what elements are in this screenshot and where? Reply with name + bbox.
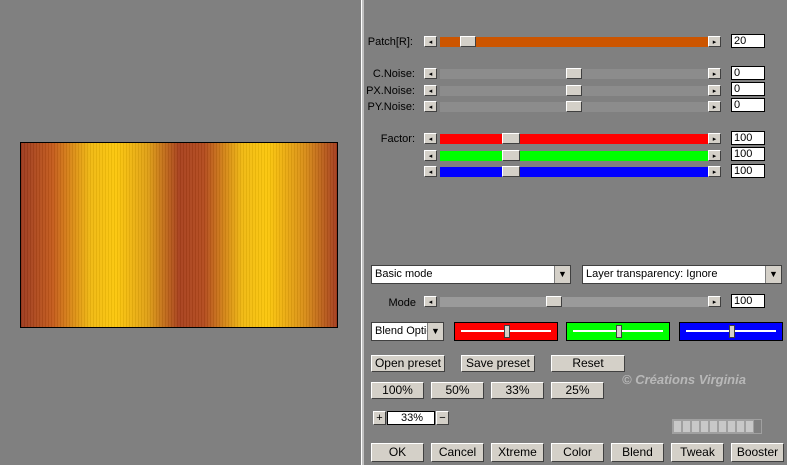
- pynoise-right-arrow-icon[interactable]: ▸: [708, 101, 721, 112]
- patch-right-arrow-icon[interactable]: ▸: [708, 36, 721, 47]
- cancel-button[interactable]: Cancel: [431, 443, 484, 462]
- mode-select-value: Basic mode: [375, 268, 433, 280]
- zoom-out-button[interactable]: −: [436, 411, 449, 425]
- zoom-25-button[interactable]: 25%: [551, 382, 604, 399]
- factor-red-slider-track[interactable]: [440, 134, 708, 144]
- red-slider-thumb[interactable]: [504, 325, 510, 338]
- xtreme-button[interactable]: Xtreme: [491, 443, 544, 462]
- zoom-in-button[interactable]: +: [373, 411, 386, 425]
- mode-select[interactable]: Basic mode ▼: [371, 265, 571, 284]
- blue-color-slider[interactable]: [679, 322, 783, 341]
- pynoise-label: PY.Noise:: [367, 101, 416, 113]
- factor-blue-left-arrow-icon[interactable]: ◂: [424, 166, 437, 177]
- factor-blue-slider-track[interactable]: [440, 167, 708, 177]
- patch-slider-track[interactable]: [440, 37, 708, 47]
- tweak-button[interactable]: Tweak: [671, 443, 724, 462]
- chevron-down-icon[interactable]: ▼: [554, 266, 570, 283]
- zoom-value-field[interactable]: 33%: [387, 411, 435, 425]
- color-button[interactable]: Color: [551, 443, 604, 462]
- cnoise-value-field[interactable]: 0: [731, 66, 765, 80]
- factor-green-value-field[interactable]: 100: [731, 147, 765, 161]
- chevron-down-icon[interactable]: ▼: [765, 266, 781, 283]
- cnoise-slider-thumb[interactable]: [566, 68, 582, 79]
- mode-value-field[interactable]: 100: [731, 294, 765, 308]
- pxnoise-value-field[interactable]: 0: [731, 82, 765, 96]
- zoom-100-button[interactable]: 100%: [371, 382, 424, 399]
- cnoise-left-arrow-icon[interactable]: ◂: [424, 68, 437, 79]
- pxnoise-right-arrow-icon[interactable]: ▸: [708, 85, 721, 96]
- zoom-50-button[interactable]: 50%: [431, 382, 484, 399]
- factor-blue-value-field[interactable]: 100: [731, 164, 765, 178]
- patch-value-field[interactable]: 20: [731, 34, 765, 48]
- factor-red-slider-thumb[interactable]: [502, 133, 520, 144]
- blend-button[interactable]: Blend: [611, 443, 664, 462]
- green-slider-thumb[interactable]: [616, 325, 622, 338]
- transparency-select[interactable]: Layer transparency: Ignore ▼: [582, 265, 782, 284]
- factor-label: Factor:: [380, 133, 415, 145]
- reset-button[interactable]: Reset: [551, 355, 625, 372]
- factor-blue-slider-thumb[interactable]: [502, 166, 520, 177]
- open-preset-button[interactable]: Open preset: [371, 355, 445, 372]
- green-color-slider[interactable]: [566, 322, 670, 341]
- pxnoise-slider-thumb[interactable]: [566, 85, 582, 96]
- blend-options-value: Blend Optio: [375, 325, 433, 337]
- factor-red-left-arrow-icon[interactable]: ◂: [424, 133, 437, 144]
- watermark-text: © Créations Virginia: [622, 372, 746, 387]
- red-color-slider[interactable]: [454, 322, 558, 341]
- mode-left-arrow-icon[interactable]: ◂: [424, 296, 437, 307]
- patch-label: Patch[R]:: [367, 36, 413, 48]
- factor-green-left-arrow-icon[interactable]: ◂: [424, 150, 437, 161]
- patch-slider-thumb[interactable]: [460, 36, 476, 47]
- transparency-select-value: Layer transparency: Ignore: [586, 268, 718, 280]
- mode-right-arrow-icon[interactable]: ▸: [708, 296, 721, 307]
- factor-red-value-field[interactable]: 100: [731, 131, 765, 145]
- pxnoise-left-arrow-icon[interactable]: ◂: [424, 85, 437, 96]
- blue-slider-thumb[interactable]: [729, 325, 735, 338]
- cnoise-right-arrow-icon[interactable]: ▸: [708, 68, 721, 79]
- booster-button[interactable]: Booster: [731, 443, 784, 462]
- factor-green-slider-thumb[interactable]: [502, 150, 520, 161]
- zoom-33-button[interactable]: 33%: [491, 382, 544, 399]
- factor-red-right-arrow-icon[interactable]: ▸: [708, 133, 721, 144]
- cnoise-label: C.Noise:: [372, 68, 415, 80]
- mode-label: Mode: [388, 297, 416, 309]
- pxnoise-label: PX.Noise:: [366, 85, 415, 97]
- save-preset-button[interactable]: Save preset: [461, 355, 535, 372]
- progress-indicator: [672, 419, 762, 434]
- factor-green-slider-track[interactable]: [440, 151, 708, 161]
- pynoise-value-field[interactable]: 0: [731, 98, 765, 112]
- chevron-down-icon[interactable]: ▼: [427, 323, 443, 340]
- mode-slider-thumb[interactable]: [546, 296, 562, 307]
- pynoise-slider-thumb[interactable]: [566, 101, 582, 112]
- pynoise-left-arrow-icon[interactable]: ◂: [424, 101, 437, 112]
- factor-blue-right-arrow-icon[interactable]: ▸: [708, 166, 721, 177]
- patch-left-arrow-icon[interactable]: ◂: [424, 36, 437, 47]
- factor-green-right-arrow-icon[interactable]: ▸: [708, 150, 721, 161]
- blend-options-select[interactable]: Blend Optio ▼: [371, 322, 444, 341]
- ok-button[interactable]: OK: [371, 443, 424, 462]
- mode-slider-track[interactable]: [440, 297, 708, 307]
- preview-image: [20, 142, 338, 328]
